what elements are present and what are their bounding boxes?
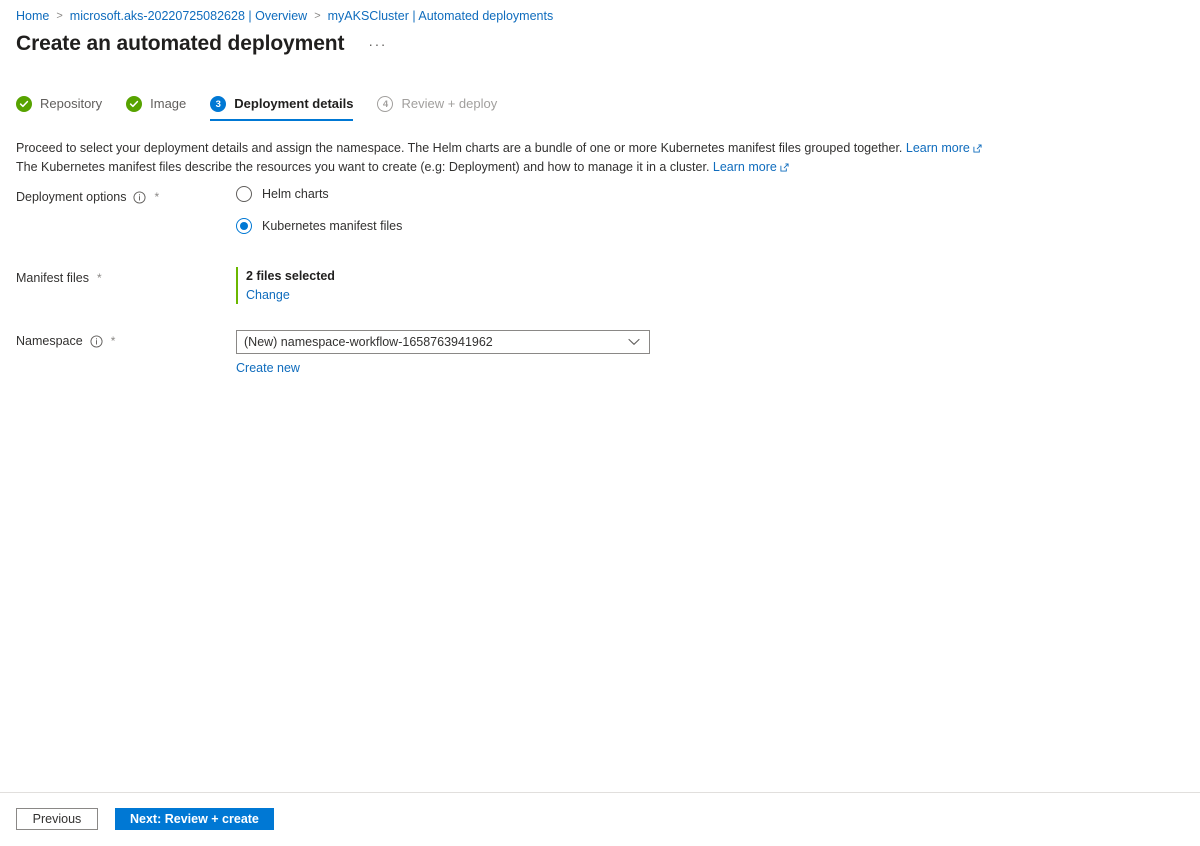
wizard-step-label: Repository: [40, 96, 103, 111]
wizard-step-image[interactable]: Image: [126, 96, 186, 121]
wizard-step-deployment-details[interactable]: 3 Deployment details: [210, 96, 354, 121]
namespace-select[interactable]: (New) namespace-workflow-1658763941962: [236, 330, 650, 354]
wizard-step-label: Review + deploy: [401, 96, 498, 111]
radio-helm-charts[interactable]: Helm charts: [236, 186, 1184, 202]
field-manifest-files: Manifest files * 2 files selected Change: [16, 267, 1184, 304]
info-icon[interactable]: [133, 190, 147, 204]
breadcrumb-separator: >: [314, 10, 321, 22]
field-label-manifest-files: Manifest files *: [16, 267, 236, 287]
check-circle-icon: [126, 96, 143, 112]
required-marker: *: [154, 190, 160, 204]
breadcrumb-separator: >: [56, 10, 63, 22]
selected-files-count: 2 files selected: [246, 269, 335, 283]
external-link-icon: [973, 140, 982, 158]
namespace-selected-value: (New) namespace-workflow-1658763941962: [244, 335, 493, 349]
radio-icon-selected: [236, 218, 252, 234]
learn-more-link[interactable]: Learn more: [906, 141, 970, 155]
label-text: Deployment options: [16, 190, 127, 204]
wizard-footer: Previous Next: Review + create: [16, 808, 274, 830]
external-link-icon: [780, 159, 789, 177]
footer-divider: [0, 792, 1200, 793]
breadcrumb: Home > microsoft.aks-20220725082628 | Ov…: [16, 8, 553, 24]
description-line-2: The Kubernetes manifest files describe t…: [16, 158, 982, 177]
breadcrumb-item-resource-overview[interactable]: microsoft.aks-20220725082628 | Overview: [70, 8, 307, 24]
step-number-badge: 4: [377, 96, 394, 112]
learn-more-link[interactable]: Learn more: [713, 160, 777, 174]
description-text: The Kubernetes manifest files describe t…: [16, 160, 710, 174]
breadcrumb-item-home[interactable]: Home: [16, 8, 49, 24]
check-circle-icon: [16, 96, 32, 112]
next-review-create-button[interactable]: Next: Review + create: [115, 808, 274, 830]
page-title: Create an automated deployment: [16, 32, 345, 55]
manifest-files-summary: 2 files selected Change: [236, 267, 1184, 304]
field-namespace: Namespace * (New) namespace-workflow-165…: [16, 330, 1184, 377]
required-marker: *: [110, 334, 116, 348]
wizard-step-label: Deployment details: [234, 96, 354, 111]
radio-icon: [236, 186, 252, 202]
wizard-step-label: Image: [150, 96, 187, 111]
more-options-icon[interactable]: ···: [364, 34, 391, 54]
wizard-step-repository[interactable]: Repository: [16, 96, 102, 121]
deployment-options-radio-group: Helm charts Kubernetes manifest files: [236, 186, 1184, 234]
page-description: Proceed to select your deployment detail…: [16, 139, 982, 177]
namespace-control: (New) namespace-workflow-1658763941962 C…: [236, 330, 1184, 377]
selected-files-panel: 2 files selected Change: [236, 267, 1184, 304]
description-line-1: Proceed to select your deployment detail…: [16, 139, 982, 158]
radio-kubernetes-manifest-files[interactable]: Kubernetes manifest files: [236, 218, 1184, 234]
create-automated-deployment-page: Home > microsoft.aks-20220725082628 | Ov…: [0, 0, 1200, 846]
field-label-namespace: Namespace *: [16, 330, 236, 350]
wizard-step-review-deploy[interactable]: 4 Review + deploy: [377, 96, 497, 121]
field-label-deployment-options: Deployment options *: [16, 186, 236, 206]
field-deployment-options: Deployment options * Helm charts Kuberne…: [16, 186, 1184, 234]
active-step-underline: [210, 119, 354, 121]
radio-label: Kubernetes manifest files: [262, 219, 403, 233]
info-icon[interactable]: [90, 334, 103, 348]
page-header: Create an automated deployment ···: [16, 30, 391, 58]
breadcrumb-item-automated-deployments[interactable]: myAKSCluster | Automated deployments: [328, 8, 554, 24]
wizard-steps: Repository Image 3 Deployment details 4 …: [16, 96, 521, 121]
required-marker: *: [96, 271, 102, 285]
label-text: Manifest files: [16, 271, 89, 285]
deployment-details-form: Deployment options * Helm charts Kuberne…: [16, 186, 1184, 377]
previous-button[interactable]: Previous: [16, 808, 98, 830]
label-text: Namespace: [16, 334, 83, 348]
step-number-badge: 3: [210, 96, 227, 112]
change-files-link[interactable]: Change: [246, 286, 290, 304]
description-text: Proceed to select your deployment detail…: [16, 141, 903, 155]
radio-label: Helm charts: [262, 187, 329, 201]
chevron-down-icon: [619, 338, 649, 346]
create-new-namespace-link[interactable]: Create new: [236, 360, 300, 376]
